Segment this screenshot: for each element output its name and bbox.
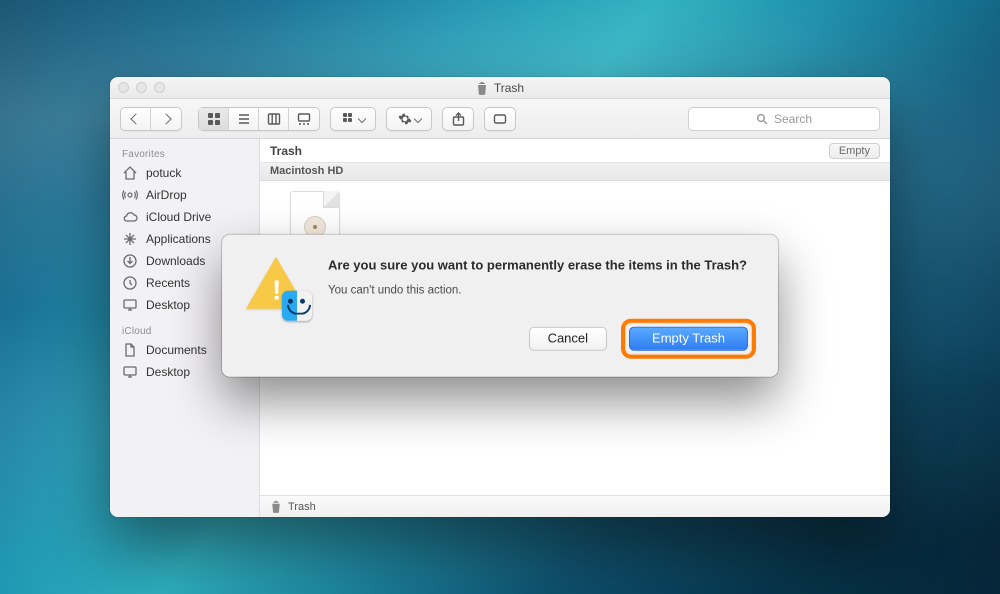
- view-gallery-button[interactable]: [289, 108, 319, 130]
- window-controls: [118, 82, 165, 93]
- empty-trash-dialog: Are you sure you want to permanently era…: [222, 235, 778, 377]
- empty-trash-confirm-button[interactable]: Empty Trash: [629, 326, 748, 350]
- airdrop-icon: [122, 187, 138, 203]
- sidebar-item-label: Recents: [146, 276, 190, 290]
- chevron-down-icon: [413, 114, 421, 122]
- sidebar-heading-favorites: Favorites: [110, 145, 259, 162]
- view-mode-segment: [198, 107, 320, 131]
- search-placeholder: Search: [774, 112, 812, 126]
- titlebar: Trash: [110, 77, 890, 99]
- cloud-icon: [122, 209, 138, 225]
- sidebar-item-airdrop[interactable]: AirDrop: [110, 184, 259, 206]
- applications-icon: [122, 231, 138, 247]
- sidebar-item-label: iCloud Drive: [146, 210, 211, 224]
- sidebar-item-label: Desktop: [146, 365, 190, 379]
- cancel-button[interactable]: Cancel: [529, 326, 607, 350]
- home-icon: [122, 165, 138, 181]
- dialog-title: Are you sure you want to permanently era…: [328, 257, 756, 275]
- finder-icon: [282, 291, 312, 321]
- view-list-button[interactable]: [229, 108, 259, 130]
- group-by-button[interactable]: [330, 107, 376, 131]
- view-columns-button[interactable]: [259, 108, 289, 130]
- minimize-window-button[interactable]: [136, 82, 147, 93]
- chevron-down-icon: [357, 114, 365, 122]
- action-menu-button[interactable]: [386, 107, 432, 131]
- dialog-subtitle: You can't undo this action.: [328, 284, 756, 296]
- location-title: Trash: [270, 144, 302, 158]
- warning-icon: [244, 257, 308, 317]
- toolbar: Search: [110, 99, 890, 139]
- finder-window: Trash: [110, 77, 890, 517]
- tutorial-highlight: Empty Trash: [621, 318, 756, 358]
- zoom-window-button[interactable]: [154, 82, 165, 93]
- path-bar: Trash: [260, 495, 890, 517]
- search-icon: [756, 113, 768, 125]
- sidebar-item-label: Desktop: [146, 298, 190, 312]
- view-icon-grid-button[interactable]: [199, 108, 229, 130]
- sidebar-item-label: Documents: [146, 343, 207, 357]
- recents-icon: [122, 275, 138, 291]
- window-title: Trash: [494, 81, 524, 95]
- documents-icon: [122, 342, 138, 358]
- sidebar-item-home[interactable]: potuck: [110, 162, 259, 184]
- search-field[interactable]: Search: [688, 107, 880, 131]
- volume-header: Macintosh HD: [260, 163, 890, 181]
- sidebar-item-icloud-drive[interactable]: iCloud Drive: [110, 206, 259, 228]
- trash-icon: [476, 81, 488, 95]
- close-window-button[interactable]: [118, 82, 129, 93]
- downloads-icon: [122, 253, 138, 269]
- empty-trash-inline-button[interactable]: Empty: [829, 143, 880, 159]
- sidebar-item-label: potuck: [146, 166, 181, 180]
- sidebar-item-label: AirDrop: [146, 188, 187, 202]
- forward-button[interactable]: [151, 108, 181, 130]
- nav-back-forward: [120, 107, 182, 131]
- desktop-icon: [122, 297, 138, 313]
- share-button[interactable]: [442, 107, 474, 131]
- path-bar-label: Trash: [288, 501, 316, 513]
- sidebar-item-label: Downloads: [146, 254, 205, 268]
- trash-icon: [270, 500, 282, 513]
- tags-button[interactable]: [484, 107, 516, 131]
- back-button[interactable]: [121, 108, 151, 130]
- sidebar-item-label: Applications: [146, 232, 211, 246]
- desktop-icon: [122, 364, 138, 380]
